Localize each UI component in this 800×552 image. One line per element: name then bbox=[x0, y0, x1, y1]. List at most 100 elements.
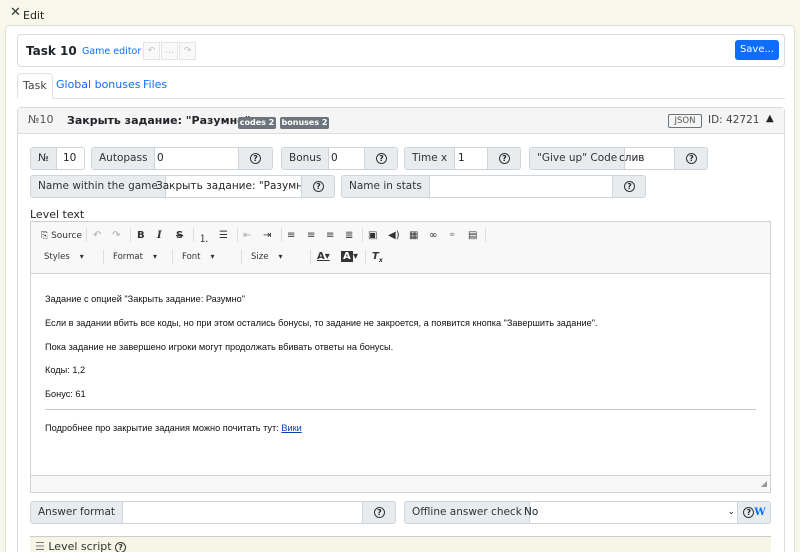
iframe-icon[interactable]: ▤ bbox=[468, 230, 477, 241]
format-dropdown[interactable]: Format bbox=[113, 252, 157, 262]
wiki-icon: W bbox=[754, 507, 766, 518]
size-dropdown[interactable]: Size bbox=[251, 252, 283, 262]
level-title: Закрыть задание: "Разумно" bbox=[67, 114, 251, 127]
bonus-help[interactable]: ? bbox=[364, 148, 397, 169]
rich-text-editor: ⎘ Source ↶ ↷ B I S ⒈ ☰ ⇤ ⇥ ≡ ≡ ≡ ≣ ▣ ◀) … bbox=[30, 221, 771, 493]
outdent-icon[interactable]: ⇤ bbox=[243, 230, 251, 241]
save-button[interactable]: Save... bbox=[735, 40, 779, 60]
json-button[interactable]: JSON bbox=[668, 114, 702, 128]
link-icon[interactable]: ∞ bbox=[429, 230, 437, 241]
collapse-icon[interactable]: ▲ bbox=[766, 113, 774, 124]
name-game-field: Name within the game Закрыть задание: "Р… bbox=[30, 175, 335, 198]
menu-icon: ☰ bbox=[35, 540, 45, 552]
close-icon[interactable]: ✕ bbox=[10, 5, 21, 20]
timex-field: Time x 1 ? bbox=[404, 147, 521, 170]
paragraph: Если в задании вбить все коды, но при эт… bbox=[45, 318, 598, 328]
answer-format-input[interactable] bbox=[112, 502, 362, 523]
table-icon[interactable]: ▦ bbox=[409, 230, 418, 241]
indent-icon[interactable]: ⇥ bbox=[263, 230, 271, 241]
level-script-section[interactable]: ☰ Level script ? bbox=[30, 536, 771, 552]
level-id: ID: 42721 bbox=[708, 114, 760, 126]
paragraph: Бонус: 61 bbox=[45, 389, 86, 399]
bullet-list-icon[interactable]: ☰ bbox=[219, 230, 228, 241]
remove-format-icon[interactable]: Tx bbox=[372, 251, 383, 264]
source-label: Source bbox=[51, 231, 82, 241]
level-text-label: Level text bbox=[30, 208, 85, 221]
name-game-label: Name within the game bbox=[31, 176, 166, 197]
help-icon: ? bbox=[376, 152, 387, 164]
task-header: Task 10 Game editor ↶ … ↷ Save... bbox=[17, 34, 785, 67]
number-field: № 10 bbox=[30, 147, 85, 170]
giveup-help[interactable]: ? bbox=[674, 148, 707, 169]
image-icon[interactable]: ▣ bbox=[368, 230, 377, 241]
source-button[interactable]: ⎘ Source bbox=[41, 231, 82, 241]
unlink-icon[interactable]: ⚭ bbox=[448, 230, 456, 241]
paragraph: Пока задание не завершено игроки могут п… bbox=[45, 342, 394, 352]
level-header[interactable]: №10 Закрыть задание: "Разумно" codes 2 b… bbox=[18, 108, 784, 134]
align-center-icon[interactable]: ≡ bbox=[307, 230, 315, 241]
timex-label: Time x bbox=[405, 148, 456, 169]
offline-check-select[interactable]: No ⌄ bbox=[514, 502, 739, 523]
history-icon[interactable]: … bbox=[161, 42, 178, 60]
name-game-input[interactable]: Закрыть задание: "Разумно" bbox=[148, 176, 303, 197]
paragraph: Коды: 1,2 bbox=[45, 365, 86, 375]
giveup-field: "Give up" Code слив ? bbox=[529, 147, 708, 170]
timex-help[interactable]: ? bbox=[487, 148, 520, 169]
wiki-link[interactable]: Вики bbox=[281, 423, 301, 433]
level-script-help[interactable]: ? bbox=[115, 540, 127, 552]
autopass-label: Autopass bbox=[92, 148, 156, 169]
footer-paragraph: Подробнее про закрытие задания можно поч… bbox=[45, 423, 302, 433]
answer-format-field: Answer format ? bbox=[30, 501, 396, 524]
italic-icon[interactable]: I bbox=[157, 230, 162, 241]
audio-icon[interactable]: ◀) bbox=[388, 230, 400, 241]
help-icon: ? bbox=[743, 506, 755, 518]
giveup-input[interactable]: слив bbox=[611, 148, 675, 169]
offline-check-field: Offline answer check No ⌄ ? W bbox=[404, 501, 771, 524]
bold-icon[interactable]: B bbox=[137, 230, 145, 241]
tab-global-bonuses[interactable]: Global bonuses bbox=[51, 73, 145, 99]
level-number: №10 bbox=[28, 113, 54, 126]
align-right-icon[interactable]: ≡ bbox=[326, 230, 334, 241]
bonus-input[interactable]: 0 bbox=[323, 148, 363, 169]
tab-files[interactable]: Files bbox=[138, 73, 172, 99]
editor-content[interactable]: Задание с опцией "Закрыть задание: Разум… bbox=[31, 275, 770, 475]
number-value[interactable]: 10 bbox=[55, 148, 84, 169]
help-icon: ? bbox=[686, 152, 697, 164]
autopass-help[interactable]: ? bbox=[238, 148, 272, 169]
background-color-icon[interactable]: A bbox=[341, 251, 353, 262]
resize-handle-icon[interactable]: ◢ bbox=[761, 479, 767, 488]
numbered-list-icon[interactable]: ⒈ bbox=[199, 230, 209, 245]
help-icon: ? bbox=[250, 152, 261, 164]
font-color-icon[interactable]: A▾ bbox=[317, 251, 330, 262]
name-game-help[interactable]: ? bbox=[301, 176, 334, 197]
tab-task[interactable]: Task bbox=[17, 73, 53, 99]
tab-bar: Task Global bonuses Files bbox=[17, 73, 785, 99]
answer-format-label: Answer format bbox=[31, 502, 124, 523]
name-stats-help[interactable]: ? bbox=[612, 176, 645, 197]
offline-check-label: Offline answer check bbox=[405, 502, 530, 523]
help-icon: ? bbox=[313, 180, 324, 192]
redo-icon[interactable]: ↷ bbox=[112, 230, 120, 241]
chevron-down-icon: ⌄ bbox=[727, 507, 735, 517]
strikethrough-icon[interactable]: S bbox=[176, 230, 183, 241]
offline-check-help[interactable]: ? W bbox=[737, 502, 770, 523]
undo-icon[interactable]: ↶ bbox=[143, 42, 160, 60]
redo-icon[interactable]: ↷ bbox=[179, 42, 196, 60]
help-icon: ? bbox=[624, 180, 635, 192]
font-dropdown[interactable]: Font bbox=[182, 252, 214, 262]
align-left-icon[interactable]: ≡ bbox=[287, 230, 295, 241]
name-stats-label: Name in stats bbox=[342, 176, 430, 197]
timex-input[interactable]: 1 bbox=[450, 148, 488, 169]
name-stats-field: Name in stats ? bbox=[341, 175, 646, 198]
justify-icon[interactable]: ≣ bbox=[345, 230, 353, 241]
editor-statusbar: ◢ bbox=[31, 475, 770, 492]
autopass-input[interactable]: 0 bbox=[149, 148, 239, 169]
answer-format-help[interactable]: ? bbox=[362, 502, 395, 523]
name-stats-input[interactable] bbox=[419, 176, 612, 197]
styles-dropdown[interactable]: Styles bbox=[44, 252, 83, 262]
undo-icon[interactable]: ↶ bbox=[93, 230, 101, 241]
window-title: Edit bbox=[23, 9, 45, 22]
game-editor-link[interactable]: Game editor bbox=[82, 46, 141, 57]
number-label: № bbox=[31, 148, 57, 169]
paragraph: Задание с опцией "Закрыть задание: Разум… bbox=[45, 294, 246, 304]
